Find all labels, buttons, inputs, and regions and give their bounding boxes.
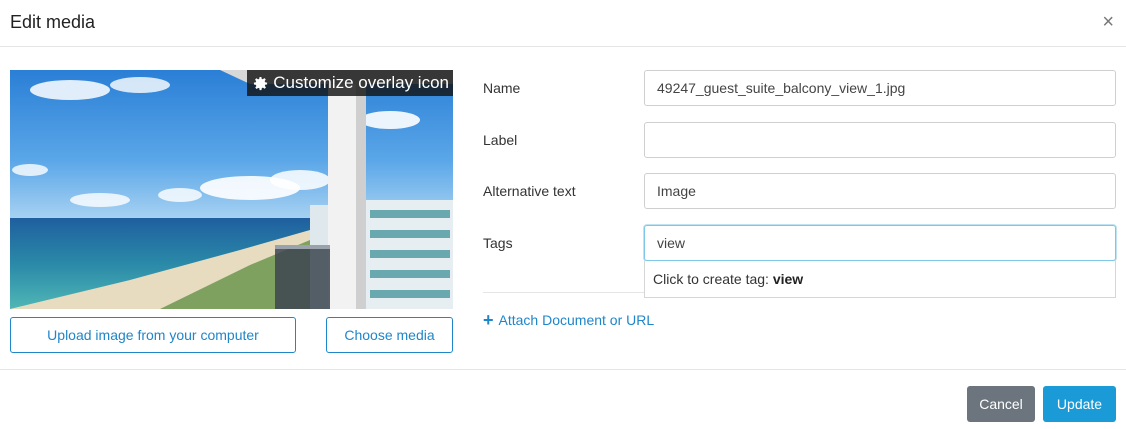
media-preview: Customize overlay icon [10,70,453,309]
tags-row: Tags view [483,225,1116,261]
media-column: Customize overlay icon Upload image from… [10,70,453,353]
dialog-header: Edit media × [0,0,1126,47]
name-row: Name 49247_guest_suite_balcony_view_1.jp… [483,70,1116,106]
alt-text-field[interactable]: Image [644,173,1116,209]
cancel-button[interactable]: Cancel [967,386,1035,422]
label-label: Label [483,132,518,148]
alt-text-row: Alternative text Image [483,173,1116,209]
customize-overlay-button[interactable]: Customize overlay icon [247,70,453,96]
footer-divider [0,369,1126,370]
close-icon[interactable]: × [1102,12,1114,32]
tags-input[interactable]: view [644,225,1116,261]
tag-suggestion[interactable]: Click to create tag: view [644,261,1116,298]
dialog-title: Edit media [10,12,96,32]
update-button[interactable]: Update [1043,386,1116,422]
balcony-view-image [10,70,453,309]
gear-icon [254,76,268,90]
alt-text-label: Alternative text [483,183,576,199]
upload-image-button[interactable]: Upload image from your computer [10,317,296,353]
name-field[interactable]: 49247_guest_suite_balcony_view_1.jpg [644,70,1116,106]
label-row: Label [483,122,1116,158]
plus-icon: + [483,310,494,330]
edit-media-dialog: Edit media × Customize overlay icon Uplo… [0,0,1126,429]
choose-media-button[interactable]: Choose media [326,317,453,353]
overlay-label: Customize overlay icon [273,73,449,92]
tag-suggestion-prefix: Click to create tag: [653,271,773,287]
tag-suggestion-value: view [772,271,804,287]
divider [483,292,644,293]
name-label: Name [483,80,521,96]
attach-label: Attach Document or URL [498,312,655,328]
tags-label: Tags [483,235,513,251]
attach-document-link[interactable]: + Attach Document or URL [483,310,655,330]
label-field[interactable] [644,122,1116,158]
